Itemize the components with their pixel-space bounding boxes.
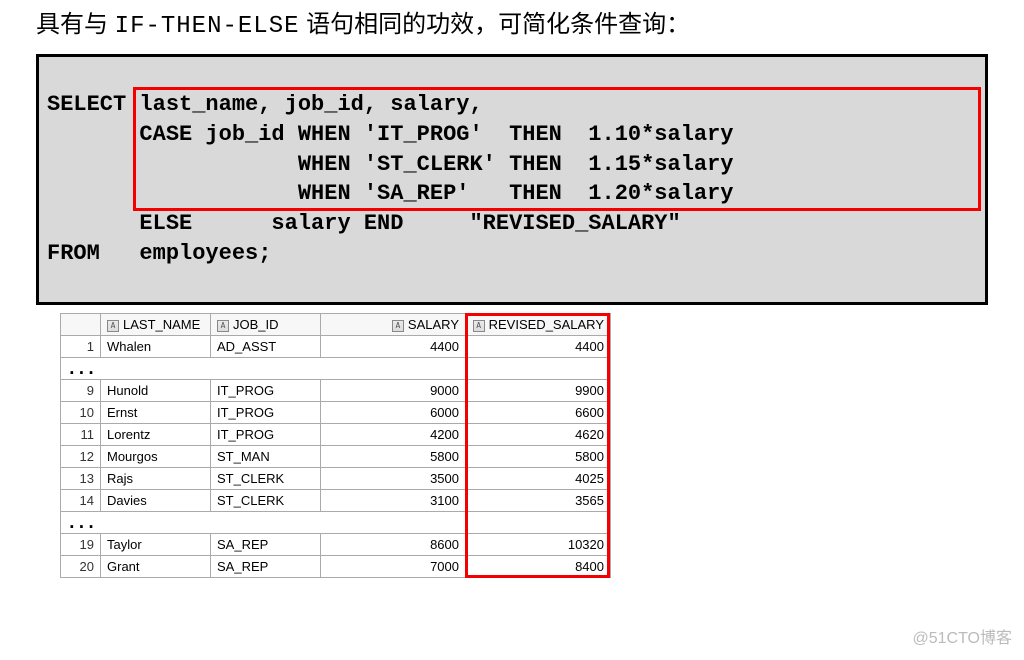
salary-cell: 8600	[321, 534, 466, 556]
col-revised-header: AREVISED_SALARY	[466, 314, 611, 336]
revised-cell: 9900	[466, 380, 611, 402]
sql-line-2: CASE job_id WHEN 'IT_PROG' THEN 1.10*sal…	[47, 122, 734, 147]
jobid-cell: IT_PROG	[211, 402, 321, 424]
intro-text: 具有与 IF-THEN-ELSE 语句相同的功效，可简化条件查询：	[0, 0, 1024, 52]
rownum-cell: 1	[61, 336, 101, 358]
sql-line-5: ELSE salary END "REVISED_SALARY"	[47, 211, 681, 236]
lastname-cell: Whalen	[101, 336, 211, 358]
lastname-cell: Hunold	[101, 380, 211, 402]
table-row: 1WhalenAD_ASST44004400	[61, 336, 611, 358]
coltype-icon: A	[217, 320, 229, 332]
revised-cell: 4400	[466, 336, 611, 358]
table-row: 14DaviesST_CLERK31003565	[61, 490, 611, 512]
lastname-cell: Ernst	[101, 402, 211, 424]
salary-cell: 3100	[321, 490, 466, 512]
lastname-cell: Grant	[101, 556, 211, 578]
rownum-cell: 19	[61, 534, 101, 556]
jobid-cell: ST_CLERK	[211, 468, 321, 490]
salary-cell: 9000	[321, 380, 466, 402]
lastname-cell: Mourgos	[101, 446, 211, 468]
revised-cell: 8400	[466, 556, 611, 578]
intro-before: 具有与	[36, 11, 108, 38]
jobid-cell: SA_REP	[211, 556, 321, 578]
sql-line-4: WHEN 'SA_REP' THEN 1.20*salary	[47, 181, 734, 206]
rownum-cell: 20	[61, 556, 101, 578]
col-lastname-header: ALAST_NAME	[101, 314, 211, 336]
table-row: 10ErnstIT_PROG60006600	[61, 402, 611, 424]
rownum-cell: 11	[61, 424, 101, 446]
sql-code-box: SELECT last_name, job_id, salary, CASE j…	[36, 54, 988, 306]
table-row: 13RajsST_CLERK35004025	[61, 468, 611, 490]
table-row: 19TaylorSA_REP860010320	[61, 534, 611, 556]
col-rownum-header	[61, 314, 101, 336]
table-row: 12MourgosST_MAN58005800	[61, 446, 611, 468]
revised-cell: 5800	[466, 446, 611, 468]
sql-line-3: WHEN 'ST_CLERK' THEN 1.15*salary	[47, 152, 734, 177]
jobid-cell: ST_MAN	[211, 446, 321, 468]
result-table: ALAST_NAME AJOB_ID ASALARY AREVISED_SALA…	[60, 313, 611, 578]
salary-cell: 4200	[321, 424, 466, 446]
col-salary-header: ASALARY	[321, 314, 466, 336]
ellipsis-cell: ...	[61, 358, 611, 380]
ellipsis-row: ...	[61, 358, 611, 380]
sql-line-6: FROM employees;	[47, 241, 271, 266]
salary-cell: 4400	[321, 336, 466, 358]
jobid-cell: ST_CLERK	[211, 490, 321, 512]
rownum-cell: 9	[61, 380, 101, 402]
watermark: @51CTO博客	[912, 624, 1012, 648]
jobid-cell: AD_ASST	[211, 336, 321, 358]
table-row: 11LorentzIT_PROG42004620	[61, 424, 611, 446]
revised-cell: 10320	[466, 534, 611, 556]
revised-cell: 4620	[466, 424, 611, 446]
lastname-cell: Lorentz	[101, 424, 211, 446]
salary-cell: 5800	[321, 446, 466, 468]
salary-cell: 3500	[321, 468, 466, 490]
salary-cell: 6000	[321, 402, 466, 424]
rownum-cell: 12	[61, 446, 101, 468]
sql-line-1: SELECT last_name, job_id, salary,	[47, 92, 483, 117]
jobid-cell: IT_PROG	[211, 380, 321, 402]
table-row: 9HunoldIT_PROG90009900	[61, 380, 611, 402]
lastname-cell: Taylor	[101, 534, 211, 556]
rownum-cell: 14	[61, 490, 101, 512]
table-row: 20GrantSA_REP70008400	[61, 556, 611, 578]
intro-after: 语句相同的功效，可简化条件查询：	[306, 11, 690, 38]
revised-cell: 3565	[466, 490, 611, 512]
rownum-cell: 13	[61, 468, 101, 490]
revised-cell: 4025	[466, 468, 611, 490]
lastname-cell: Rajs	[101, 468, 211, 490]
intro-code: IF-THEN-ELSE	[115, 13, 300, 40]
revised-cell: 6600	[466, 402, 611, 424]
query-result: ALAST_NAME AJOB_ID ASALARY AREVISED_SALA…	[60, 313, 610, 578]
jobid-cell: SA_REP	[211, 534, 321, 556]
table-header-row: ALAST_NAME AJOB_ID ASALARY AREVISED_SALA…	[61, 314, 611, 336]
jobid-cell: IT_PROG	[211, 424, 321, 446]
coltype-icon: A	[473, 320, 485, 332]
ellipsis-row: ...	[61, 512, 611, 534]
ellipsis-cell: ...	[61, 512, 611, 534]
col-jobid-header: AJOB_ID	[211, 314, 321, 336]
lastname-cell: Davies	[101, 490, 211, 512]
coltype-icon: A	[107, 320, 119, 332]
salary-cell: 7000	[321, 556, 466, 578]
coltype-icon: A	[392, 320, 404, 332]
rownum-cell: 10	[61, 402, 101, 424]
